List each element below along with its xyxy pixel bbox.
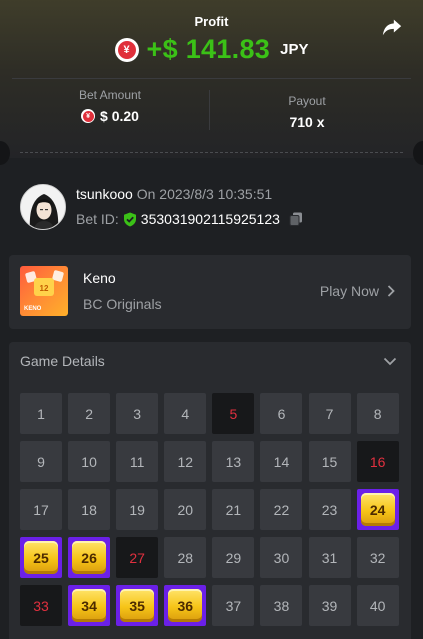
bet-amount-stat: Bet Amount ¥ $ 0.20 bbox=[10, 88, 210, 124]
thumb-label: KENO bbox=[24, 306, 42, 312]
keno-thumbnail: 12 KENO bbox=[20, 266, 68, 316]
keno-cell-9: 9 bbox=[20, 441, 62, 482]
payout-stat: Payout 710 x bbox=[207, 94, 407, 130]
keno-grid: 1 2 3 4 5 6 7 8 9 10 11 12 13 14 15 16 17 18 19 20 21 22 23 24 2… bbox=[20, 393, 399, 626]
dashed-separator bbox=[20, 152, 403, 153]
keno-cell-17: 17 bbox=[20, 489, 62, 530]
keno-cell-20: 20 bbox=[164, 489, 207, 530]
keno-cell-21: 21 bbox=[212, 489, 255, 530]
keno-cell-36: 36 bbox=[164, 585, 207, 626]
game-details-panel: Game Details 1 2 3 4 5 6 7 8 9 10 11 12 13 14 15 16 17 18… bbox=[9, 342, 411, 639]
bet-id-label: Bet ID: bbox=[76, 211, 119, 227]
copy-icon[interactable] bbox=[288, 211, 304, 227]
keno-cell-15: 15 bbox=[308, 441, 351, 482]
keno-cell-13: 13 bbox=[212, 441, 255, 482]
keno-cell-11: 11 bbox=[116, 441, 159, 482]
keno-cell-27: 27 bbox=[116, 537, 159, 578]
keno-cell-31: 31 bbox=[308, 537, 351, 578]
keno-cell-29: 29 bbox=[212, 537, 255, 578]
keno-cell-2: 2 bbox=[68, 393, 111, 434]
keno-cell-35: 35 bbox=[116, 585, 159, 626]
game-provider: BC Originals bbox=[83, 296, 162, 312]
username[interactable]: tsunkooo bbox=[76, 186, 133, 202]
verified-shield-icon bbox=[123, 212, 136, 226]
divider bbox=[12, 78, 411, 79]
keno-cell-32: 32 bbox=[356, 537, 399, 578]
gem-icon: 35 bbox=[120, 589, 155, 622]
ticket-notch-right bbox=[413, 141, 423, 165]
bet-timestamp: On 2023/8/3 10:35:51 bbox=[136, 186, 273, 202]
keno-cell-18: 18 bbox=[68, 489, 111, 530]
payout-label: Payout bbox=[288, 94, 326, 108]
bet-user-info: tsunkooo On 2023/8/3 10:35:51 Bet ID: 35… bbox=[20, 184, 403, 234]
keno-cell-1: 1 bbox=[20, 393, 62, 434]
keno-cell-4: 4 bbox=[164, 393, 207, 434]
keno-cell-26: 26 bbox=[68, 537, 111, 578]
keno-cell-40: 40 bbox=[356, 585, 399, 626]
keno-cell-14: 14 bbox=[260, 441, 303, 482]
profit-amount: +$ 141.83 bbox=[146, 34, 271, 64]
keno-cell-24: 24 bbox=[356, 489, 399, 530]
keno-cell-3: 3 bbox=[116, 393, 159, 434]
bet-summary-header: Profit ¥ +$ 141.83 JPY Bet Amount ¥ $ 0.… bbox=[0, 0, 423, 158]
gem-icon: 34 bbox=[72, 589, 107, 622]
keno-cell-6: 6 bbox=[260, 393, 303, 434]
keno-cell-25: 25 bbox=[20, 537, 62, 578]
thumb-badge: 12 bbox=[40, 284, 49, 293]
gem-icon: 36 bbox=[168, 589, 203, 622]
keno-cell-22: 22 bbox=[260, 489, 303, 530]
chevron-right-icon bbox=[387, 285, 395, 297]
game-name: Keno bbox=[83, 270, 116, 286]
bet-amount-value: $ 0.20 bbox=[100, 108, 139, 124]
keno-cell-23: 23 bbox=[308, 489, 351, 530]
keno-cell-37: 37 bbox=[212, 585, 255, 626]
keno-cell-7: 7 bbox=[308, 393, 351, 434]
play-now-label: Play Now bbox=[319, 283, 379, 299]
gem-icon: 26 bbox=[72, 541, 107, 574]
payout-value: 710 x bbox=[289, 114, 325, 130]
profit-row: ¥ +$ 141.83 JPY bbox=[0, 34, 423, 65]
bet-amount-label: Bet Amount bbox=[78, 88, 142, 102]
keno-cell-5: 5 bbox=[212, 393, 255, 434]
game-card[interactable]: 12 KENO Keno BC Originals Play Now bbox=[9, 255, 411, 329]
game-details-title: Game Details bbox=[20, 353, 105, 369]
keno-cell-8: 8 bbox=[356, 393, 399, 434]
bet-id-value: 353031902115925123 bbox=[140, 211, 280, 227]
yen-coin-icon: ¥ bbox=[81, 109, 96, 123]
keno-cell-39: 39 bbox=[308, 585, 351, 626]
keno-cell-12: 12 bbox=[164, 441, 207, 482]
keno-cell-30: 30 bbox=[260, 537, 303, 578]
yen-coin-icon: ¥ bbox=[114, 37, 139, 62]
keno-cell-19: 19 bbox=[116, 489, 159, 530]
keno-cell-16: 16 bbox=[356, 441, 399, 482]
keno-cell-38: 38 bbox=[260, 585, 303, 626]
keno-cell-34: 34 bbox=[68, 585, 111, 626]
profit-currency: JPY bbox=[280, 41, 309, 58]
chevron-down-icon[interactable] bbox=[383, 354, 397, 368]
avatar[interactable] bbox=[20, 184, 66, 230]
play-now-button[interactable]: Play Now bbox=[320, 283, 395, 299]
keno-cell-28: 28 bbox=[164, 537, 207, 578]
keno-cell-33: 33 bbox=[20, 585, 62, 626]
profit-title: Profit bbox=[194, 14, 229, 29]
gem-icon: 24 bbox=[360, 493, 395, 526]
keno-cell-10: 10 bbox=[68, 441, 111, 482]
gem-icon: 25 bbox=[24, 541, 58, 574]
